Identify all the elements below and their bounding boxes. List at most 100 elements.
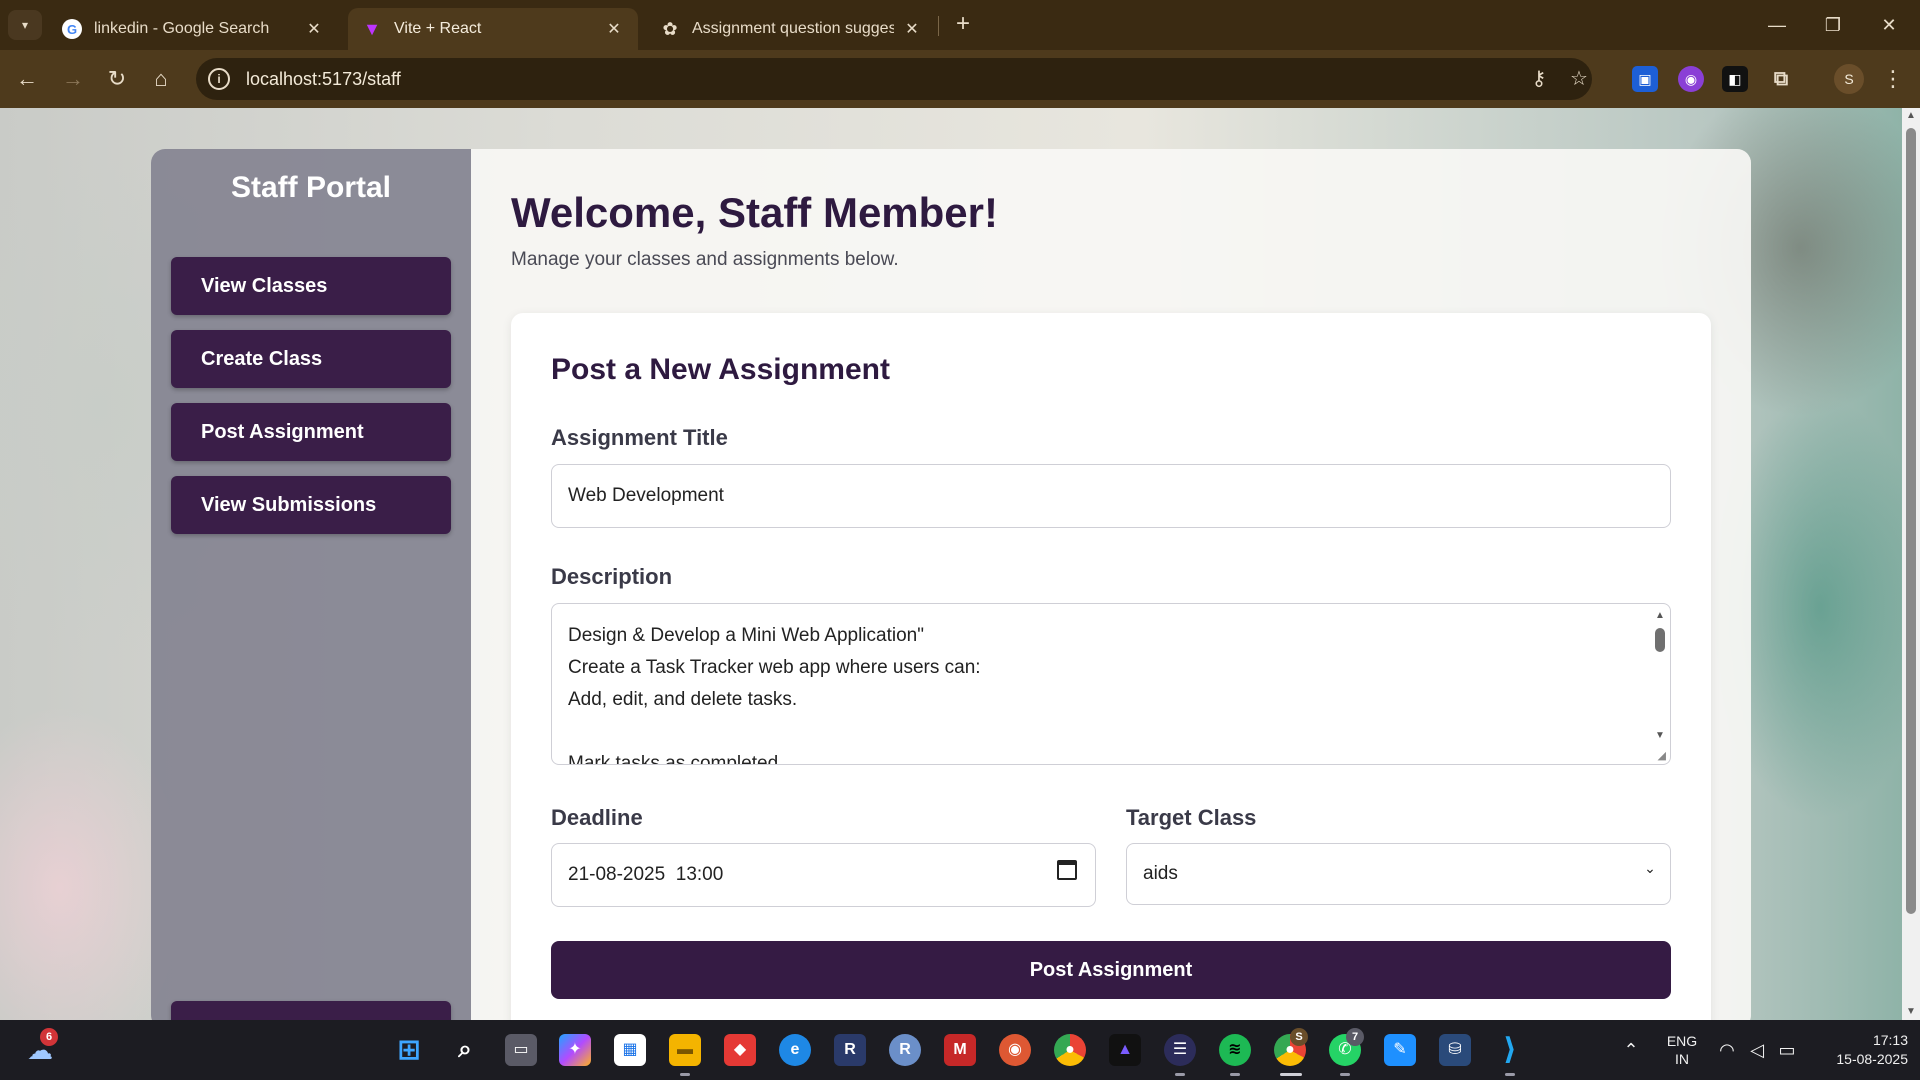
battery-icon[interactable]: ▭ — [1774, 1020, 1800, 1080]
scroll-up-arrow-icon[interactable]: ▲ — [1905, 110, 1917, 121]
deadline-label: Deadline — [551, 805, 643, 830]
sql-server-icon[interactable]: ⛁ — [1439, 1034, 1471, 1066]
language-text: ENG — [1666, 1033, 1698, 1049]
sidebar-item-view-classes[interactable]: View Classes — [171, 257, 451, 315]
resize-handle-icon[interactable]: ◢ — [1658, 749, 1666, 762]
chevron-down-icon: ⌄ — [1644, 860, 1656, 876]
tab-vite-react[interactable]: ▼ Vite + React ✕ — [348, 8, 638, 50]
close-tab-icon[interactable]: ✕ — [604, 19, 624, 39]
reload-icon[interactable]: ↻ — [102, 64, 132, 94]
anydesk-icon[interactable]: ◆ — [724, 1034, 756, 1066]
paint-icon[interactable]: ✎ — [1384, 1034, 1416, 1066]
tab-divider — [938, 16, 939, 36]
main-content: Welcome, Staff Member! Manage your class… — [471, 149, 1751, 1020]
chrome-icon[interactable]: ● — [1054, 1034, 1086, 1066]
browser-tab-bar: ▾ G linkedin - Google Search ✕ ▼ Vite + … — [0, 0, 1920, 50]
eclipse-icon[interactable]: ☰ — [1164, 1034, 1196, 1066]
assignment-title-input[interactable]: Web Development — [551, 464, 1671, 528]
weather-badge: 6 — [40, 1028, 58, 1046]
target-class-value: aids — [1143, 863, 1178, 884]
active-indicator — [1230, 1073, 1240, 1076]
tab-linkedin-search[interactable]: G linkedin - Google Search ✕ — [48, 8, 338, 50]
scroll-down-arrow-icon[interactable]: ▼ — [1905, 1006, 1917, 1017]
close-window-icon[interactable]: ✕ — [1874, 12, 1904, 38]
chevron-up-icon[interactable]: ⌃ — [1616, 1020, 1646, 1080]
rstudio-icon[interactable]: R — [834, 1034, 866, 1066]
deadline-datetime-input[interactable]: 21-08-2025 13:00 — [551, 843, 1096, 907]
microsoft-store-icon[interactable]: ▦ — [614, 1034, 646, 1066]
scroll-down-arrow-icon[interactable]: ▼ — [1654, 730, 1666, 741]
sidebar-item-post-assignment[interactable]: Post Assignment — [171, 403, 451, 461]
assignment-title-value: Web Development — [568, 485, 724, 506]
description-scrollbar[interactable]: ▲ ▼ — [1652, 606, 1668, 762]
description-line: Create a Task Tracker web app where user… — [568, 657, 981, 678]
active-indicator — [1175, 1073, 1185, 1076]
home-icon[interactable]: ⌂ — [146, 64, 176, 94]
new-tab-icon[interactable]: + — [950, 12, 976, 38]
restore-icon[interactable]: ❐ — [1818, 12, 1848, 38]
minimize-icon[interactable]: — — [1762, 12, 1792, 38]
address-bar[interactable]: i localhost:5173/staff ⚷ ☆ — [196, 58, 1592, 100]
vite-icon: ▼ — [363, 18, 381, 39]
sidebar-item-create-class[interactable]: Create Class — [171, 330, 451, 388]
mcafee-icon[interactable]: M — [944, 1034, 976, 1066]
target-class-label: Target Class — [1126, 805, 1257, 830]
bookmark-star-icon[interactable]: ☆ — [1566, 66, 1592, 92]
sidebar: Staff Portal View Classes Create Class P… — [151, 149, 471, 1020]
staff-dashboard: Staff Portal View Classes Create Class P… — [151, 149, 1751, 1020]
start-windows-icon[interactable]: ⊞ — [393, 1034, 425, 1066]
region-text: IN — [1675, 1051, 1689, 1067]
close-tab-icon[interactable]: ✕ — [902, 19, 922, 39]
profile-avatar[interactable]: S — [1834, 64, 1864, 94]
tab-title: Vite + React — [394, 20, 482, 37]
site-info-icon[interactable]: i — [208, 68, 230, 90]
chrome-profile-badge: S — [1290, 1028, 1308, 1046]
wifi-icon[interactable]: ◠ — [1714, 1020, 1740, 1080]
extension-ai-icon[interactable]: ◉ — [1678, 66, 1704, 92]
scroll-up-arrow-icon[interactable]: ▲ — [1654, 610, 1666, 621]
extensions-puzzle-icon[interactable]: ⧉ — [1768, 66, 1794, 92]
forward-icon[interactable]: → — [58, 64, 88, 94]
volume-icon[interactable]: ◁ — [1744, 1020, 1770, 1080]
time-text: 17:13 — [1872, 1032, 1908, 1048]
sidebar-item-bottom[interactable] — [171, 1001, 451, 1020]
openai-icon: ✿ — [662, 18, 678, 39]
tab-search-chevron-icon[interactable]: ▾ — [8, 10, 42, 40]
sidebar-item-view-submissions[interactable]: View Submissions — [171, 476, 451, 534]
password-key-icon[interactable]: ⚷ — [1526, 66, 1552, 92]
copilot-icon[interactable]: ✦ — [559, 1034, 591, 1066]
google-icon: G — [62, 19, 82, 39]
extension-screen-icon[interactable]: ▣ — [1632, 66, 1658, 92]
whatsapp-badge: 7 — [1346, 1028, 1364, 1046]
description-line: Mark tasks as completed. — [568, 753, 784, 765]
description-line: Add, edit, and delete tasks. — [568, 689, 798, 710]
description-label: Description — [551, 564, 673, 589]
search-icon[interactable]: ⌕ — [449, 1034, 481, 1066]
tab-assignment-suggestions[interactable]: ✿ Assignment question suggestio ✕ — [646, 8, 936, 50]
description-textarea[interactable]: Design & Develop a Mini Web Application"… — [551, 603, 1671, 765]
file-explorer-icon[interactable]: ▬ — [669, 1034, 701, 1066]
extension-dark-icon[interactable]: ◧ — [1722, 66, 1748, 92]
close-tab-icon[interactable]: ✕ — [304, 19, 324, 39]
active-indicator — [1280, 1073, 1302, 1076]
arc-icon[interactable]: ▲ — [1109, 1034, 1141, 1066]
scroll-thumb[interactable] — [1655, 628, 1665, 652]
browser-menu-icon[interactable]: ⋮ — [1880, 64, 1906, 94]
duckduckgo-icon[interactable]: ◉ — [999, 1034, 1031, 1066]
back-icon[interactable]: ← — [12, 64, 42, 94]
task-view-icon[interactable]: ▭ — [505, 1034, 537, 1066]
browser-edge-icon[interactable]: e — [779, 1034, 811, 1066]
active-indicator — [1505, 1073, 1515, 1076]
post-assignment-button[interactable]: Post Assignment — [551, 941, 1671, 999]
clock[interactable]: 17:13 15-08-2025 — [1808, 1020, 1908, 1080]
calendar-icon[interactable] — [1057, 860, 1077, 880]
spotify-icon[interactable]: ≋ — [1219, 1034, 1251, 1066]
vscode-icon[interactable]: ⟩ — [1494, 1034, 1526, 1066]
page-scrollbar[interactable]: ▲ ▼ — [1902, 108, 1920, 1020]
r-language-icon[interactable]: R — [889, 1034, 921, 1066]
url-text: localhost:5173/staff — [246, 68, 401, 89]
form-heading: Post a New Assignment — [551, 353, 890, 386]
language-indicator[interactable]: ENG IN — [1660, 1020, 1704, 1080]
target-class-select[interactable]: aids ⌄ — [1126, 843, 1671, 905]
page-scroll-thumb[interactable] — [1906, 128, 1916, 914]
